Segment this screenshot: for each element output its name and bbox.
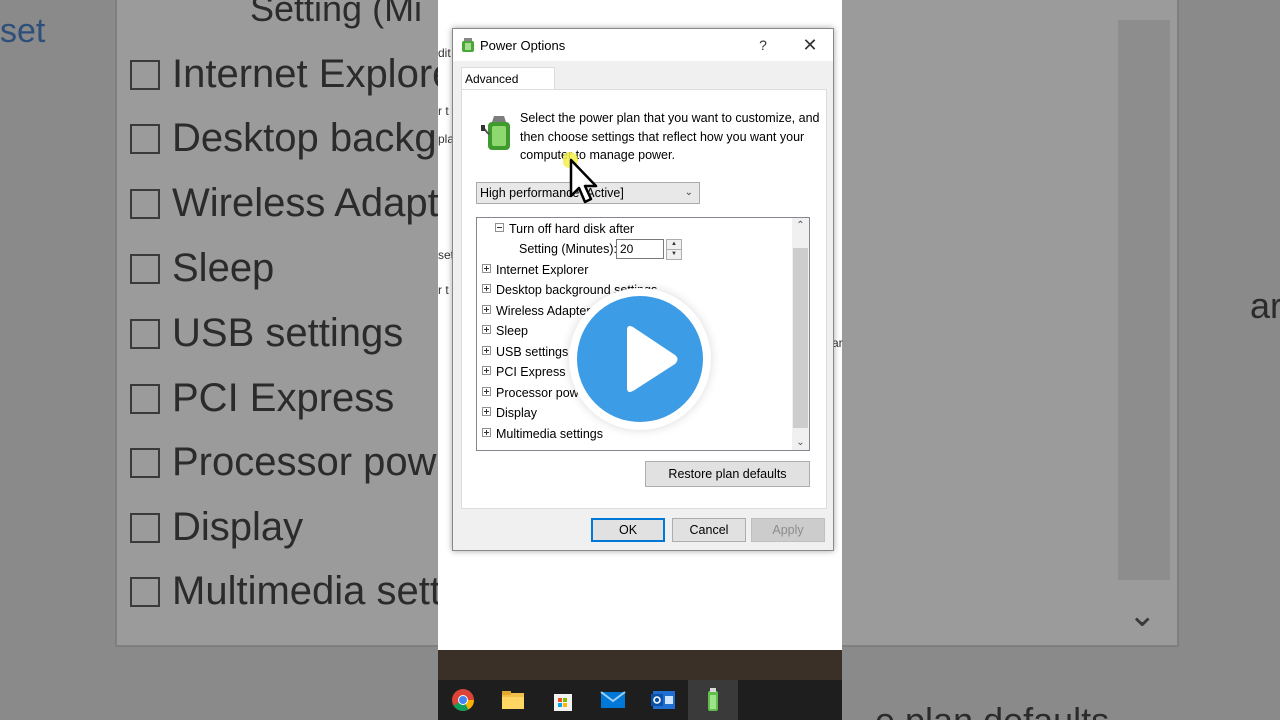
dialog-title: Power Options <box>480 38 566 53</box>
background-right-text: ar <box>1250 285 1280 326</box>
scroll-down-icon[interactable]: ⌄ <box>792 437 809 448</box>
background-item: Desktop backgr <box>130 116 450 161</box>
expand-icon[interactable] <box>482 264 491 273</box>
tree-item[interactable]: PCI Express <box>482 362 565 382</box>
background-left-text: set <box>0 12 46 50</box>
background-item: USB settings <box>130 311 403 356</box>
setting-minutes-label: Setting (Minutes): <box>519 242 617 256</box>
apply-button[interactable]: Apply <box>751 518 825 542</box>
expand-icon[interactable] <box>482 428 491 437</box>
fragment-text: r t <box>438 283 449 297</box>
background-item: PCI Express <box>130 376 394 421</box>
tree-item[interactable]: Internet Explorer <box>482 260 588 280</box>
restore-plan-defaults-button[interactable]: Restore plan defaults <box>645 461 810 487</box>
tab-advanced-settings[interactable]: Advanced settings <box>461 67 555 108</box>
taskbar <box>438 680 842 720</box>
expand-icon[interactable] <box>482 284 491 293</box>
collapse-icon[interactable] <box>495 223 504 232</box>
minutes-spinner[interactable]: ▲ ▼ <box>616 239 682 260</box>
background-chevron-down-icon: ⌄ <box>1128 596 1157 634</box>
tree-item[interactable]: Display <box>482 403 537 423</box>
title-bar[interactable]: Power Options ? ✕ <box>453 29 833 61</box>
tree-scrollbar[interactable]: ⌃ ⌄ <box>792 218 809 450</box>
background-title: Setting (Mi <box>250 0 423 29</box>
close-button[interactable]: ✕ <box>793 33 827 57</box>
scroll-up-icon[interactable]: ⌃ <box>792 220 809 231</box>
mouse-cursor-icon <box>563 152 598 204</box>
power-plan-icon <box>462 38 474 52</box>
ok-button[interactable]: OK <box>591 518 665 542</box>
help-button[interactable]: ? <box>749 33 777 57</box>
spin-down-icon[interactable]: ▼ <box>666 249 682 260</box>
chevron-down-icon: ⌄ <box>684 187 693 198</box>
store-icon[interactable] <box>538 680 588 720</box>
background-scrollbar <box>1118 20 1170 580</box>
fragment-text: r t <box>438 104 449 118</box>
background-item: Processor powe <box>130 440 459 485</box>
power-options-icon[interactable] <box>688 680 738 720</box>
expand-icon[interactable] <box>482 366 491 375</box>
outlook-icon[interactable] <box>638 680 688 720</box>
expand-icon[interactable] <box>482 325 491 334</box>
desktop-wallpaper-strip <box>438 650 842 680</box>
tree-item[interactable]: Sleep <box>482 321 528 341</box>
fragment-text: dit <box>438 46 451 60</box>
background-item: Wireless Adapte <box>130 181 461 226</box>
tree-item-turn-off-hard-disk[interactable]: Turn off hard disk after <box>495 219 634 239</box>
mail-icon[interactable] <box>588 680 638 720</box>
minutes-input[interactable] <box>616 239 664 259</box>
scroll-thumb[interactable] <box>793 248 808 428</box>
background-item: Internet Explorer <box>130 52 468 97</box>
tree-item[interactable]: USB settings <box>482 342 568 362</box>
battery-plug-icon <box>481 116 510 150</box>
play-button[interactable] <box>569 288 711 430</box>
background-item: Display <box>130 505 303 550</box>
background-item: Sleep <box>130 246 274 291</box>
expand-icon[interactable] <box>482 305 491 314</box>
tree-item[interactable]: Multimedia settings <box>482 424 603 444</box>
file-explorer-icon[interactable] <box>488 680 538 720</box>
background-item: Multimedia setti <box>130 569 450 614</box>
cancel-button[interactable]: Cancel <box>672 518 746 542</box>
play-icon <box>577 296 703 422</box>
chrome-icon[interactable] <box>438 680 488 720</box>
background-bottom-text: e plan defaults <box>875 700 1109 720</box>
expand-icon[interactable] <box>482 407 491 416</box>
expand-icon[interactable] <box>482 346 491 355</box>
expand-icon[interactable] <box>482 387 491 396</box>
